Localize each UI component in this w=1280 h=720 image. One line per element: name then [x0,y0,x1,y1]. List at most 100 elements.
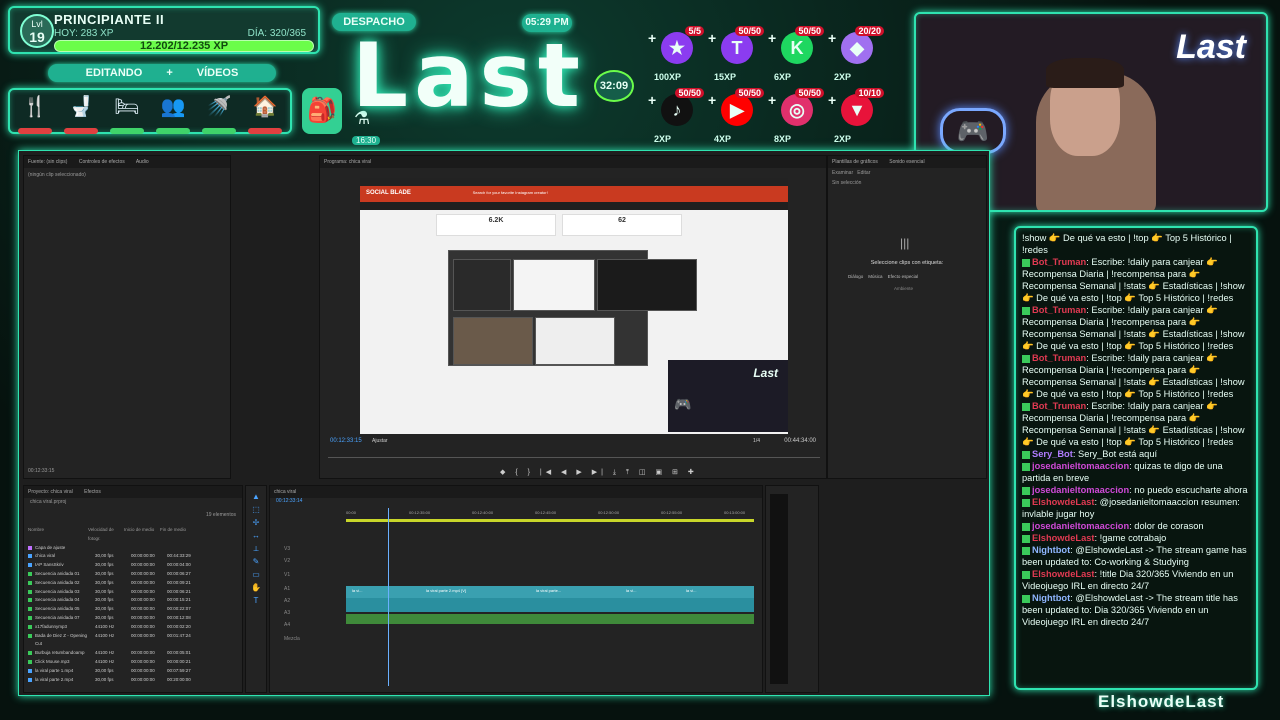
chat-username[interactable]: Sery_Bot [1032,449,1073,459]
tab-effects[interactable]: Efectos [84,489,101,495]
track-label[interactable]: V1 [284,572,290,578]
audio-clip-a1[interactable] [346,598,754,612]
chat-username[interactable]: Nightbot [1032,593,1070,603]
chat-username[interactable]: Bot_Truman [1032,305,1086,315]
plus-icon: + [708,92,717,108]
music-button[interactable]: Música [868,274,882,279]
stopwatch-timer: 32:09 [594,70,634,102]
project-row[interactable]: x17fadunnymp3 44100 Hz 00:00:00:00 00:00:02… [28,623,203,632]
badge-icon [1022,306,1030,315]
quality-dropdown[interactable]: 1/4 [753,438,760,444]
row-fps: 44100 Hz [95,658,115,664]
chat-username[interactable]: ElshowdeLast [1032,533,1095,543]
tab-source[interactable]: Fuente: (sin clips) [28,159,67,165]
col-start[interactable]: Inicio de medio [124,526,160,544]
level-panel: Lvl 19 PRINCIPIANTE II HOY: 283 XP DÍA: 3… [8,6,320,54]
tab-effect-controls[interactable]: Controles de efectos [79,159,125,165]
tab-edit[interactable]: Editar [857,170,870,176]
tab-audio[interactable]: Audio [136,159,149,165]
row-name: Secuencia anidada 05 [35,606,80,612]
tab-browse[interactable]: Examinar [832,170,853,176]
project-row[interactable]: la viral parte 2.mp4 30,00 fps 00:00:00:00… [28,676,203,685]
sound-type-buttons: Diálogo Música Efecto especial [848,274,918,279]
source-timecode: 00:12:33:15 [28,468,55,474]
project-row[interactable]: Secuencia anidada 07 30,00 fps 00:00:00:00… [28,614,203,623]
project-row[interactable]: Secuencia anidada 04 30,00 fps 00:00:00:00… [28,596,203,605]
col-fps[interactable]: Velocidad de fotogr. [88,526,124,544]
chat-username[interactable]: ElshowdeLast [1032,497,1095,507]
chat-username[interactable]: Bot_Truman [1032,257,1086,267]
sfx-button[interactable]: Efecto especial [888,274,919,279]
track-label[interactable]: A2 [284,598,290,604]
row-fps: 30,00 fps [95,562,114,568]
chat-username[interactable]: Nightbot [1032,545,1070,555]
col-end[interactable]: Fin de medio [160,526,196,544]
chat-username[interactable]: Bot_Truman [1032,401,1086,411]
essential-sound-panel[interactable]: Plantillas de gráficos Sonido esencial E… [827,155,987,479]
tab-project[interactable]: Proyecto: chica viral [28,489,73,495]
playhead[interactable] [388,508,389,686]
socialblade-search: Search for your favorite Instagram creat… [472,190,548,195]
track-label[interactable]: V2 [284,558,290,564]
project-row[interactable]: Secuencia anidada 01 30,00 fps 00:00:00:00… [28,570,203,579]
project-row[interactable]: chica viral 30,00 fps 00:00:00:00 00:44:33:… [28,552,203,561]
timeline-panel[interactable]: chica viral 00:12:33:14 00:00 00:12:35:00… [269,485,763,693]
timeline-tab[interactable]: chica viral [270,486,762,498]
reward-count: 50/50 [795,88,824,98]
project-row[interactable]: Secuencia anidada 03 30,00 fps 00:00:00:00… [28,588,203,597]
ambience-button[interactable]: Ambiente [894,286,913,291]
track-label[interactable]: V3 [284,546,290,552]
project-row[interactable]: la viral parte 1.mp4 30,00 fps 00:00:00:00… [28,667,203,676]
reward-icon: ◎ [781,94,813,126]
row-end [167,544,203,553]
plus-icon: + [828,30,837,46]
track-label[interactable]: Mezcla [284,636,300,642]
chat-text: : !game cotrabajo [1094,533,1167,543]
track-label[interactable]: A3 [284,610,290,616]
chat-username[interactable]: Bot_Truman [1032,353,1086,363]
project-row[interactable]: IAP SansSkriv 30,00 fps 00:00:00:00 00:00:0… [28,561,203,570]
audio-clip-a2[interactable] [346,614,754,624]
program-monitor[interactable]: Programa: chica viral SOCIAL BLADE Searc… [319,155,827,479]
track-label[interactable]: A4 [284,622,290,628]
reward-item: +10/10 ▼ 2XP [828,88,884,144]
row-name: Secuencia anidada 04 [35,597,80,603]
project-row[interactable]: Bada de Diez Z - Opening Cut 44100 Hz 00:0… [28,632,203,650]
chat-username[interactable]: ElshowdeLast [1032,569,1095,579]
mode-label: EDITANDO [85,67,143,79]
project-row[interactable]: Secuencia anidada 05 30,00 fps 00:00:00:00… [28,605,203,614]
plus-icon: + [768,30,777,46]
timeline-ruler[interactable]: 00:00 00:12:35:00 00:12:40:00 00:12:45:00 00… [346,508,754,522]
col-name[interactable]: Nombre [28,526,88,544]
chat-username[interactable]: josedanieltomaaccion [1032,521,1129,531]
chat-message: josedanieltomaaccion: no puedo escuchart… [1022,484,1250,496]
row-fps: 30,00 fps [95,667,114,673]
dialogue-button[interactable]: Diálogo [848,274,863,279]
row-end: 00:00:02:20 [167,623,191,629]
chat-username[interactable]: josedanieltomaaccion [1032,461,1129,471]
row-fps [95,544,131,553]
fit-dropdown[interactable]: Ajustar [372,438,388,444]
transport-controls[interactable]: ◆ { } |◀ ◀ ▶ ▶| ⤓ ⤒ ◫ ▣ ⊞ ✚ [500,468,698,477]
tab-essential-sound[interactable]: Sonido esencial [889,159,924,165]
program-scrubber[interactable] [328,452,820,458]
track-label[interactable]: A1 [284,586,290,592]
source-empty-text: (ningún clip seleccionado) [28,172,86,178]
no-selection-text: Sin selección [832,180,862,186]
source-panel[interactable]: Fuente: (sin clips) Controles de efectos… [23,155,231,479]
project-row[interactable]: Secuencia anidada 02 30,00 fps 00:00:00:00… [28,579,203,588]
plus-icon: + [708,30,717,46]
label-color-swatch [28,607,32,612]
chat-message: Sery_Bot: Sery_Bot está aquí [1022,448,1250,460]
tab-graphics-templates[interactable]: Plantillas de gráficos [832,159,878,165]
project-row[interactable]: Click Mouse.mp3 44100 Hz 00:00:00:00 00:00:… [28,658,203,667]
project-row[interactable]: Capa de ajuste [28,544,203,553]
project-panel[interactable]: Proyecto: chica viral Efectos chica vira… [23,485,243,693]
project-row[interactable]: Burbuja retumbandoamp 44100 Hz 00:00:00:00… [28,649,203,658]
video-clip-v1[interactable]: la vi... la viral parte 2.mp4 [V] la viral… [346,586,754,598]
row-start: 00:00:00:00 [131,579,155,585]
chat-username[interactable]: josedanieltomaaccion [1032,485,1129,495]
tool-icons[interactable]: ▲ ⬚ ✢ ↔ ⟂ ✎ ▭ ✋ T [246,486,266,607]
need-item: 🏠 [246,94,284,134]
label-color-swatch [28,571,32,576]
